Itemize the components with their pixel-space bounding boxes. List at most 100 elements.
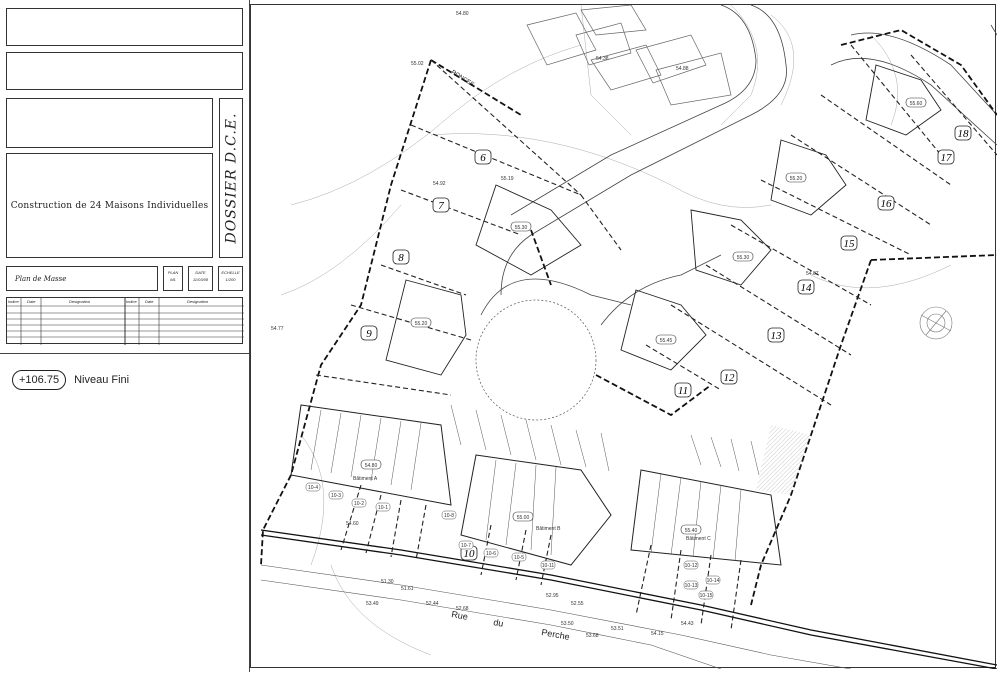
svg-text:10-8: 10-8: [444, 513, 454, 519]
level-label: 55.30: [732, 251, 754, 262]
spot-height: 51.30: [381, 579, 394, 585]
site-plan: 6 7 8 9 10 11 12 13 14 15 16 17 18 55.30 55.20 55.45 55…: [250, 4, 998, 670]
spot-height: 54.60: [346, 521, 359, 527]
svg-text:16: 16: [881, 198, 893, 210]
parking-tag: 10-12: [683, 560, 699, 570]
svg-text:14: 14: [801, 282, 813, 294]
lot-number-11: 11: [674, 382, 692, 398]
level-labels: 55.30 55.20 55.45 55.30 55.20 55.60 54.80 55.00…: [360, 97, 927, 535]
spot-height: 54.15: [651, 631, 664, 637]
level-label: 55.60: [905, 97, 927, 108]
parking-tag: 10-13: [683, 580, 699, 590]
svg-text:15: 15: [844, 238, 856, 250]
parking-tags: 10-4 10-3 10-2 10-1 10-8 10-7 10-6 10-5 10-11 10-…: [305, 482, 721, 600]
spot-height: 54.92: [433, 181, 446, 187]
spot-height: 54.77: [271, 326, 284, 332]
level-legend: +106.75 Niveau Fini: [12, 370, 129, 390]
building-label-a: Bâtiment A: [353, 476, 378, 482]
spot-height: 53.51: [611, 626, 624, 632]
neighbour-buildings: [526, 4, 732, 106]
spot-height: 52.95: [546, 593, 559, 599]
spot-height: 54.38: [596, 56, 609, 62]
date-label: DATE: [195, 270, 206, 275]
date-value: 11/03/08: [192, 277, 209, 282]
parking-tag: 10-15: [698, 590, 714, 600]
sheet-name-box: Plan de Masse: [6, 266, 158, 291]
scale-label: ECHELLE: [221, 270, 240, 275]
svg-text:9: 9: [366, 328, 372, 340]
scale-box: ECHELLE 1/200: [218, 266, 243, 291]
parking-tag: 10-2: [351, 498, 367, 508]
level-legend-badge: +106.75: [12, 370, 67, 390]
parking-tag: 10-14: [705, 575, 721, 585]
spot-height: 51.61: [401, 586, 414, 592]
lot-number-15: 15: [840, 235, 858, 251]
svg-text:10-2: 10-2: [354, 501, 364, 507]
rev-header-date-1: Date: [27, 299, 36, 304]
revision-grid: [7, 298, 244, 345]
svg-text:55.30: 55.30: [515, 225, 528, 231]
trees: [919, 306, 953, 340]
spot-height: 53.49: [366, 601, 379, 607]
svg-text:10-12: 10-12: [685, 563, 698, 569]
svg-text:54.80: 54.80: [365, 463, 378, 469]
spot-height: 54.87: [806, 271, 819, 277]
access-road: [500, 4, 998, 296]
lot-number-14: 14: [797, 279, 815, 295]
street-word-3: Perche: [541, 627, 571, 642]
spot-height: 53.50: [561, 621, 574, 627]
rev-header-designation-1: Designation: [69, 299, 91, 304]
svg-text:10-13: 10-13: [685, 583, 698, 589]
street-edge: [260, 529, 998, 670]
revision-table: Indice Date Designation Indice Date Desi…: [6, 297, 244, 345]
lot-number-6: 6: [474, 149, 492, 165]
rev-header-indice-2: Indice: [126, 299, 137, 304]
spot-height: 52.44: [426, 601, 439, 607]
terrain-contours: [280, 4, 952, 656]
svg-text:55.30: 55.30: [737, 255, 750, 261]
parking-tag: 10-6: [483, 548, 499, 558]
svg-text:10-11: 10-11: [542, 563, 555, 569]
svg-text:8: 8: [398, 252, 404, 264]
svg-text:10-7: 10-7: [461, 543, 471, 549]
ronces-label: RONCES: [450, 70, 475, 89]
roundabout: [475, 299, 597, 421]
parking-tag: 10-5: [511, 552, 527, 562]
lot-number-16: 16: [877, 195, 895, 211]
level-label: 55.30: [510, 221, 532, 232]
svg-text:17: 17: [941, 152, 953, 164]
level-label: 54.80: [360, 459, 382, 470]
svg-text:55.60: 55.60: [910, 101, 923, 107]
street-word-1: Rue: [451, 609, 469, 622]
lot-number-13: 13: [767, 327, 785, 343]
svg-text:55.20: 55.20: [415, 321, 428, 327]
dossier-label: DOSSIER D.C.E.: [223, 112, 240, 244]
spot-height: 54.88: [676, 66, 689, 72]
title-block-second: [6, 52, 243, 90]
svg-text:10-15: 10-15: [700, 593, 713, 599]
svg-text:12: 12: [724, 372, 736, 384]
spot-height: 54.43: [681, 621, 694, 627]
svg-text:10-1: 10-1: [378, 505, 388, 511]
level-label: 55.45: [655, 334, 677, 345]
parking-tag: 10-8: [441, 510, 457, 520]
project-title-box: Construction de 24 Maisons Individuelles: [6, 153, 213, 258]
dossier-box: DOSSIER D.C.E.: [219, 98, 243, 258]
level-label: 55.20: [410, 317, 432, 328]
date-box: DATE 11/03/08: [188, 266, 213, 291]
svg-text:10-3: 10-3: [331, 493, 341, 499]
rev-header-designation-2: Designation: [187, 299, 209, 304]
plan-value: M1: [170, 277, 176, 282]
sheet-name: Plan de Masse: [15, 274, 67, 283]
svg-text:55.00: 55.00: [517, 515, 530, 521]
spot-height: 52.55: [571, 601, 584, 607]
rev-header-indice-1: Indice: [8, 299, 19, 304]
svg-text:10-6: 10-6: [486, 551, 496, 557]
lot-number-9: 9: [360, 325, 378, 341]
parking-tag: 10-3: [328, 490, 344, 500]
parking-tag: 10-7: [458, 540, 474, 550]
rev-header-date-2: Date: [145, 299, 154, 304]
level-label: 55.40: [680, 524, 702, 535]
title-block-third: [6, 98, 213, 148]
site-plan-drawing: 6789101112131415161718 55.3055.2055.4555…: [260, 4, 998, 670]
